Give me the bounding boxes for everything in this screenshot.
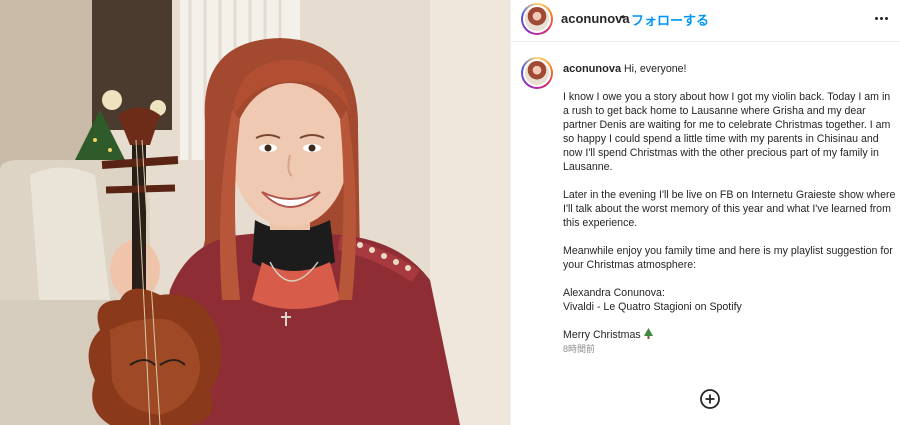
playlist-line-1: Alexandra Conunova: (563, 287, 665, 299)
post-header: aconunova • フォローする (511, 0, 900, 42)
caption-closing-line: Merry Christmas (563, 328, 898, 342)
christmas-tree-icon (643, 328, 653, 339)
add-circle-icon[interactable] (699, 388, 721, 410)
post-image (0, 0, 510, 425)
caption-greeting: Hi, everyone! (621, 63, 687, 75)
caption-paragraph-3: Meanwhile enjoy you family time and here… (563, 245, 893, 271)
post-sidebar: aconunova • フォローする aconunova Hi, everyon… (510, 0, 900, 425)
avatar[interactable] (521, 3, 553, 35)
header-username[interactable]: aconunova (561, 11, 630, 26)
caption-comment: aconunova Hi, everyone! I know I owe you… (511, 42, 900, 382)
timestamp: 8時間前 (563, 344, 596, 354)
separator-dot: • (621, 10, 626, 24)
playlist-line-2: Vivaldi - Le Quatro Stagioni on Spotify (563, 301, 742, 313)
caption-paragraph-2: Later in the evening I'll be live on FB … (563, 189, 896, 229)
follow-button[interactable]: フォローする (631, 10, 709, 29)
more-horizontal-icon[interactable] (871, 8, 891, 28)
caption-username[interactable]: aconunova (563, 63, 621, 75)
caption-closing: Merry Christmas (563, 329, 644, 341)
caption-avatar[interactable] (521, 57, 553, 89)
caption-text: aconunova Hi, everyone! I know I owe you… (563, 62, 898, 356)
caption-paragraph-1: I know I owe you a story about how I got… (563, 91, 891, 173)
post-photo[interactable] (0, 0, 510, 425)
